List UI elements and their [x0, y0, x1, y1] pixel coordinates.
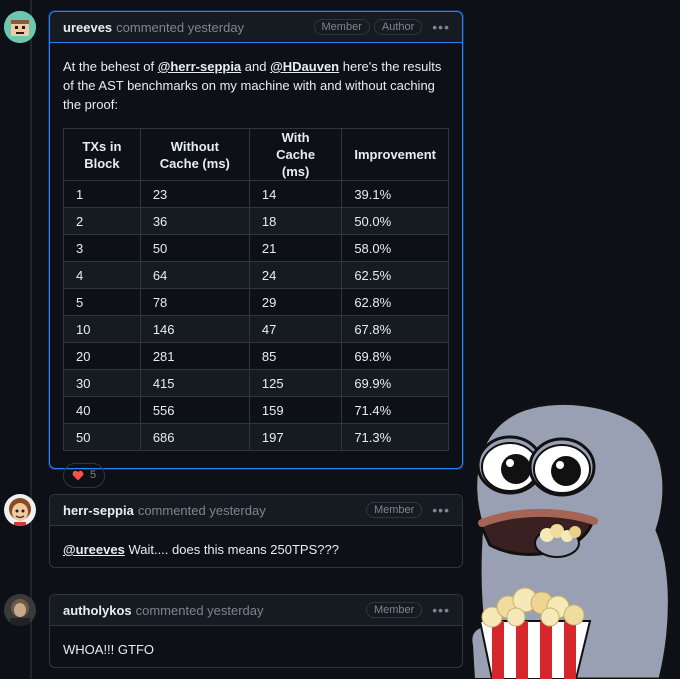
comment-text: At the behest of @herr-seppia and @HDauv… — [63, 57, 449, 114]
table-header-row: TXs in Block Without Cache (ms) With Cac… — [63, 128, 449, 181]
column-header: With Cache (ms) — [248, 128, 343, 181]
avatar-ureeves[interactable] — [4, 11, 36, 43]
reaction-count: 5 — [90, 469, 97, 481]
kebab-icon[interactable]: ••• — [432, 502, 450, 518]
avatar-autholykos[interactable] — [4, 594, 36, 626]
table-cell: 50 — [139, 234, 250, 262]
comment-text: WHOA!!! GTFO — [63, 642, 154, 657]
table-cell: 146 — [139, 315, 250, 343]
table-row: 50 686 197 71.3% — [63, 423, 449, 451]
table-cell: 14 — [248, 180, 343, 208]
table-row: 30 415 125 69.9% — [63, 369, 449, 397]
member-badge: Member — [365, 602, 423, 618]
comment-timestamp[interactable]: commented yesterday — [116, 20, 244, 35]
table-cell: 10 — [63, 315, 141, 343]
table-cell: 47 — [248, 315, 343, 343]
column-header: Without Cache (ms) — [139, 128, 250, 181]
table-row: 20 281 85 69.8% — [63, 342, 449, 370]
table-cell: 686 — [139, 423, 250, 451]
table-row: 1 23 14 39.1% — [63, 180, 449, 208]
comment-body: At the behest of @herr-seppia and @HDauv… — [50, 43, 462, 502]
table-row: 2 36 18 50.0% — [63, 207, 449, 235]
comment-author[interactable]: ureeves — [63, 20, 112, 35]
table-cell: 1 — [63, 180, 141, 208]
table-cell: 62.8% — [341, 288, 449, 316]
table-row: 10 146 47 67.8% — [63, 315, 449, 343]
author-badge: Author — [373, 19, 423, 35]
table-cell: 281 — [139, 342, 250, 370]
heart-icon — [72, 470, 84, 481]
table-row: 4 64 24 62.5% — [63, 261, 449, 289]
table-cell: 2 — [63, 207, 141, 235]
pepe-popcorn-sticker — [470, 402, 671, 679]
table-cell: 50 — [63, 423, 141, 451]
comment-timestamp[interactable]: commented yesterday — [136, 603, 264, 618]
table-cell: 40 — [63, 396, 141, 424]
table-cell: 23 — [139, 180, 250, 208]
comment-text: Wait.... does this means 250TPS??? — [124, 542, 339, 557]
comment-autholykos: autholykos commented yesterday Member ••… — [49, 594, 463, 668]
table-row: 3 50 21 58.0% — [63, 234, 449, 262]
table-cell: 21 — [248, 234, 343, 262]
table-cell: 3 — [63, 234, 141, 262]
table-cell: 50.0% — [341, 207, 449, 235]
reaction-heart[interactable]: 5 — [63, 463, 106, 488]
column-header: TXs in Block — [63, 128, 141, 181]
mention-herr-seppia[interactable]: @herr-seppia — [158, 59, 241, 74]
text-span: and — [241, 59, 271, 74]
member-badge: Member — [313, 19, 370, 35]
table-cell: 24 — [248, 261, 343, 289]
table-cell: 69.8% — [341, 342, 449, 370]
comment-header: autholykos commented yesterday Member ••… — [50, 595, 462, 626]
column-header: Improvement — [341, 128, 449, 181]
table-cell: 67.8% — [341, 315, 449, 343]
table-cell: 78 — [139, 288, 250, 316]
comment-ureeves: ureeves commented yesterday Member Autho… — [49, 11, 463, 488]
table-cell: 4 — [63, 261, 141, 289]
comment-author[interactable]: herr-seppia — [63, 503, 134, 518]
table-cell: 85 — [248, 342, 343, 370]
table-cell: 30 — [63, 369, 141, 397]
table-cell: 36 — [139, 207, 250, 235]
table-cell: 556 — [139, 396, 250, 424]
mention-ureeves[interactable]: @ureeves — [63, 542, 125, 557]
table-cell: 39.1% — [341, 180, 449, 208]
timeline-line — [30, 0, 32, 679]
table-cell: 20 — [63, 342, 141, 370]
table-row: 40 556 159 71.4% — [63, 396, 449, 424]
table-cell: 18 — [248, 207, 343, 235]
table-cell: 5 — [63, 288, 141, 316]
comment-herr-seppia: herr-seppia commented yesterday Member •… — [49, 494, 463, 568]
table-cell: 64 — [139, 261, 250, 289]
comment-author[interactable]: autholykos — [63, 603, 132, 618]
comment-timestamp[interactable]: commented yesterday — [138, 503, 266, 518]
comment-body: @ureeves Wait.... does this means 250TPS… — [50, 526, 462, 573]
table-cell: 71.3% — [341, 423, 449, 451]
avatar-herr-seppia[interactable] — [4, 494, 36, 526]
table-cell: 69.9% — [341, 369, 449, 397]
comment-header: ureeves commented yesterday Member Autho… — [50, 12, 462, 43]
comment-body: WHOA!!! GTFO — [50, 626, 462, 673]
table-cell: 29 — [248, 288, 343, 316]
table-cell: 62.5% — [341, 261, 449, 289]
mention-hdauven[interactable]: @HDauven — [270, 59, 339, 74]
table-cell: 125 — [248, 369, 343, 397]
kebab-icon[interactable]: ••• — [432, 602, 450, 618]
table-cell: 197 — [248, 423, 343, 451]
table-cell: 71.4% — [341, 396, 449, 424]
text-span: At the behest of — [63, 59, 158, 74]
kebab-icon[interactable]: ••• — [432, 19, 450, 35]
table-cell: 58.0% — [341, 234, 449, 262]
table-row: 5 78 29 62.8% — [63, 288, 449, 316]
benchmark-table: TXs in Block Without Cache (ms) With Cac… — [63, 128, 449, 451]
table-cell: 415 — [139, 369, 250, 397]
member-badge: Member — [365, 502, 423, 518]
comment-header: herr-seppia commented yesterday Member •… — [50, 495, 462, 526]
table-cell: 159 — [248, 396, 343, 424]
